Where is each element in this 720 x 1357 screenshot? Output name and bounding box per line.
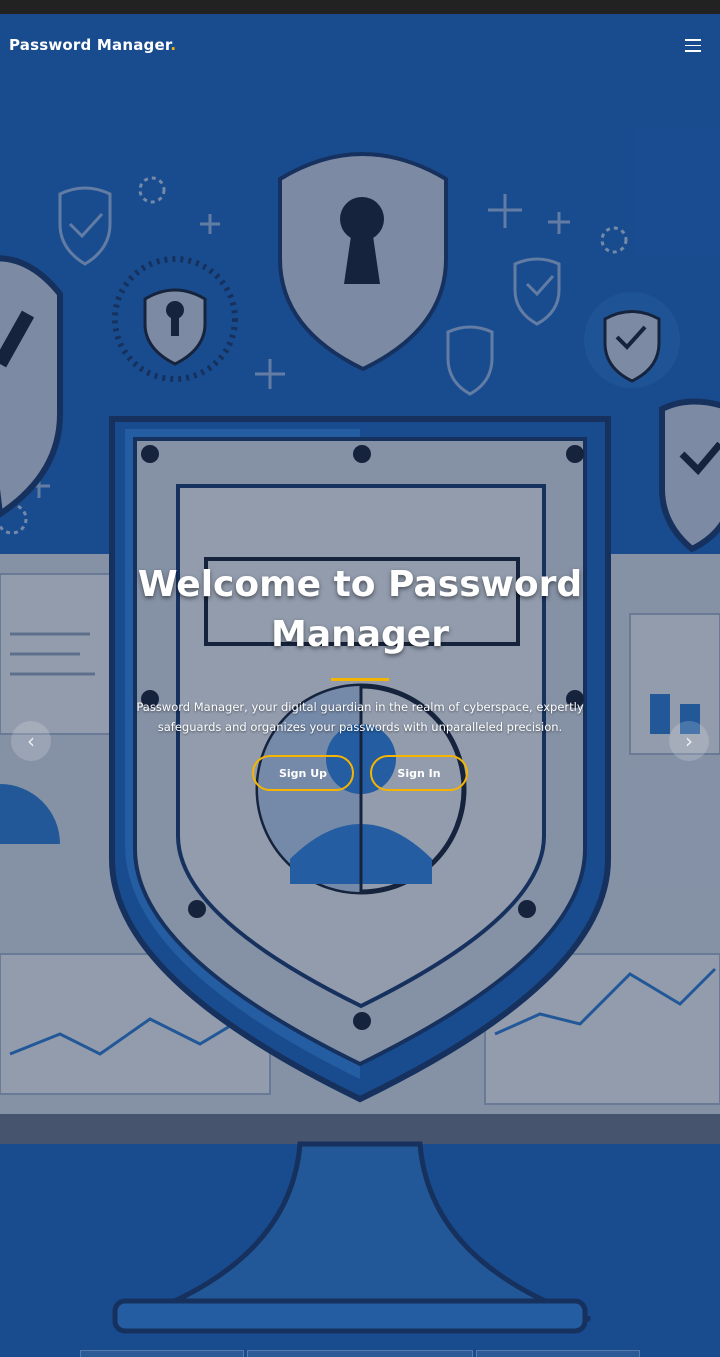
chevron-right-icon: › (685, 729, 693, 753)
carousel-next-button[interactable]: › (669, 721, 709, 761)
hero-buttons: Sign Up Sign In (0, 755, 720, 791)
hamburger-line (685, 50, 701, 52)
carousel-indicator[interactable] (247, 1350, 473, 1357)
browser-top-strip (0, 0, 720, 15)
sign-up-button[interactable]: Sign Up (252, 755, 354, 791)
hamburger-line (685, 44, 701, 46)
hamburger-menu-icon[interactable] (685, 39, 701, 52)
sign-in-button[interactable]: Sign In (370, 755, 468, 791)
navbar: Password Manager. (0, 14, 720, 78)
hero-description: Password Manager, your digital guardian … (136, 700, 584, 734)
brand-text: Password Manager (9, 36, 171, 54)
brand-logo[interactable]: Password Manager. (9, 36, 176, 54)
hero-content: Welcome to Password Manager Password Man… (0, 560, 720, 791)
carousel-indicator[interactable] (80, 1350, 244, 1357)
chevron-left-icon: ‹ (27, 729, 35, 753)
brand-dot: . (170, 36, 177, 54)
hero-title: Welcome to Password Manager (137, 564, 583, 655)
hamburger-line (685, 39, 701, 41)
carousel-indicators (0, 1350, 720, 1357)
title-underline (331, 678, 389, 681)
carousel-prev-button[interactable]: ‹ (11, 721, 51, 761)
carousel-indicator[interactable] (476, 1350, 640, 1357)
